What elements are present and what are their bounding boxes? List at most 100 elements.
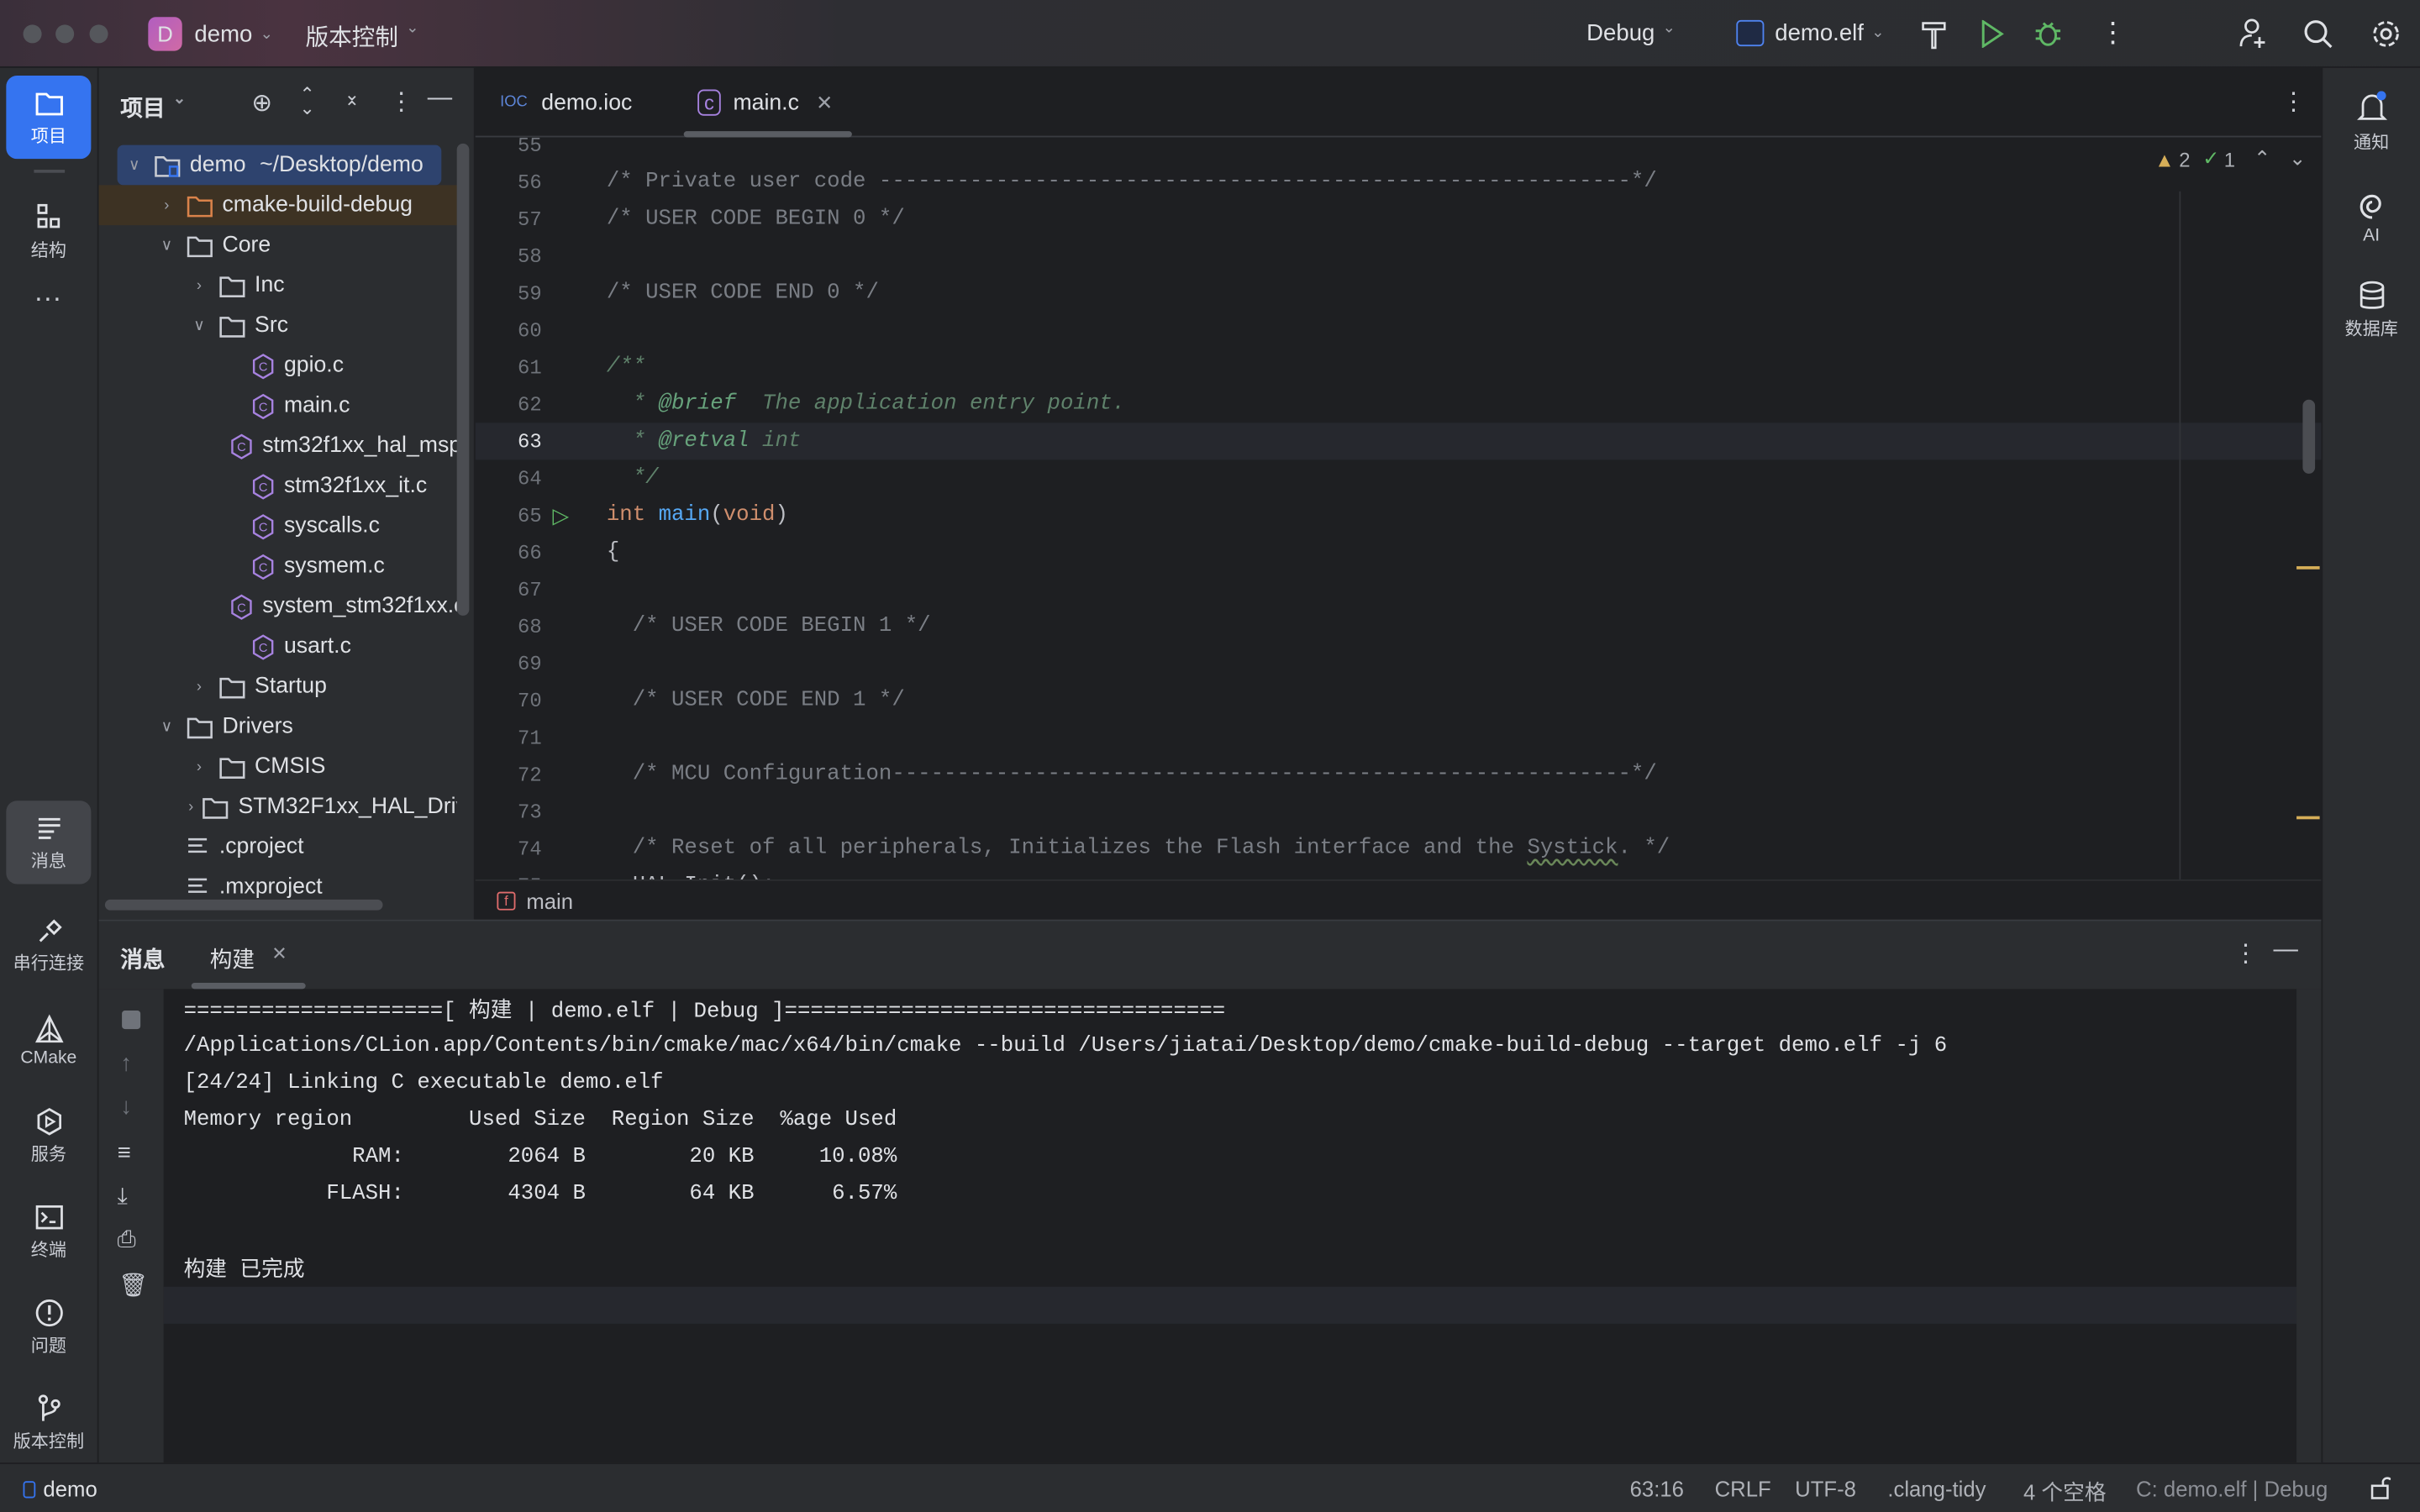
- chevron-right-icon[interactable]: ›: [188, 678, 210, 695]
- line-number[interactable]: 70: [476, 689, 542, 712]
- collapse-all-icon[interactable]: ⌄ ⌃: [345, 85, 360, 118]
- tree-item[interactable]: › cmake-build-debug: [98, 185, 457, 226]
- code-line[interactable]: 59 /* USER CODE END 0 */: [476, 275, 2322, 312]
- tool-services-button[interactable]: 服务: [6, 1094, 91, 1177]
- tab-options-icon[interactable]: ⋮: [2281, 87, 2306, 118]
- code-line[interactable]: 66 {: [476, 534, 2322, 571]
- zoom-window-button[interactable]: [89, 24, 108, 44]
- tree-vertical-scrollbar[interactable]: [456, 143, 470, 616]
- tool-terminal-button[interactable]: 终端: [6, 1189, 91, 1273]
- tree-item[interactable]: Cusart.c: [99, 627, 457, 667]
- code-line[interactable]: 71: [476, 719, 2322, 756]
- next-highlight-icon[interactable]: ⌄: [2289, 146, 2306, 171]
- tree-item[interactable]: Cstm32f1xx_it.c: [99, 466, 457, 507]
- code-line[interactable]: 75 HAL_Init();: [476, 867, 2322, 879]
- line-number[interactable]: 56: [476, 171, 542, 194]
- code-line[interactable]: 73: [476, 793, 2322, 830]
- run-config-selector[interactable]: Debug ⌄: [1586, 20, 1676, 46]
- line-number[interactable]: 58: [476, 244, 542, 268]
- code-line[interactable]: 67: [476, 571, 2322, 608]
- tree-item[interactable]: Csyscalls.c: [99, 506, 457, 546]
- tool-messages-button[interactable]: 消息: [6, 801, 92, 885]
- options-icon[interactable]: ⋮: [389, 87, 413, 118]
- tree-item[interactable]: Cstm32f1xx_hal_msp.c: [99, 426, 457, 466]
- line-number[interactable]: 65: [476, 504, 542, 528]
- tool-cmake-button[interactable]: CMake: [6, 998, 91, 1081]
- indent-widget[interactable]: 4 个空格: [2023, 1477, 2107, 1508]
- code-line[interactable]: 61 /**: [476, 349, 2322, 386]
- tree-item[interactable]: ∨ Drivers: [99, 706, 457, 747]
- code-line[interactable]: 56 /* Private user code -----------------…: [476, 164, 2322, 201]
- tree-item[interactable]: .cproject: [99, 827, 457, 867]
- tree-item[interactable]: ∨ Core: [99, 225, 457, 265]
- warning-stripe-marker[interactable]: [2296, 816, 2320, 820]
- project-switcher[interactable]: D demo ⌄: [148, 17, 273, 51]
- file-encoding[interactable]: UTF-8: [1795, 1477, 1856, 1501]
- chevron-right-icon[interactable]: ›: [188, 759, 210, 775]
- tool-folder-button[interactable]: 项目: [6, 76, 92, 160]
- chevron-down-icon[interactable]: ∨: [156, 237, 178, 254]
- line-separator[interactable]: CRLF: [1715, 1477, 1771, 1501]
- line-number[interactable]: 59: [476, 281, 542, 305]
- hide-panel-icon[interactable]: —: [2274, 937, 2298, 964]
- code-line[interactable]: 65 ▷ int main(void): [476, 496, 2322, 533]
- tree-horizontal-scrollbar[interactable]: [104, 899, 383, 911]
- line-number[interactable]: 72: [476, 763, 542, 786]
- more-actions-icon[interactable]: ⋮: [2099, 17, 2127, 50]
- code-line[interactable]: 72 /* MCU Configuration-----------------…: [476, 756, 2322, 793]
- line-number[interactable]: 69: [476, 652, 542, 675]
- tree-item[interactable]: Cgpio.c: [99, 345, 457, 386]
- line-number[interactable]: 74: [476, 837, 542, 860]
- code-line[interactable]: 68 /* USER CODE BEGIN 1 */: [476, 608, 2322, 645]
- tree-item[interactable]: ∨ demo ~/Desktop/demo: [117, 144, 442, 186]
- close-tab-icon[interactable]: ✕: [271, 942, 287, 975]
- target-selector[interactable]: demo.elf ⌄: [1736, 19, 1885, 47]
- close-window-button[interactable]: [23, 24, 42, 44]
- line-number[interactable]: 68: [476, 615, 542, 638]
- tool-problems-button[interactable]: 问题: [6, 1285, 91, 1368]
- close-tab-icon[interactable]: ✕: [816, 90, 833, 114]
- caret-position[interactable]: 63:16: [1630, 1477, 1684, 1501]
- warning-stripe-marker[interactable]: [2296, 566, 2320, 570]
- run-icon[interactable]: [1975, 17, 2009, 50]
- tree-item[interactable]: › Inc: [99, 265, 457, 306]
- inspection-widget[interactable]: ▲ 2 ✓ 1 ⌃ ⌄: [2154, 146, 2306, 171]
- chevron-down-icon[interactable]: ∨: [124, 156, 145, 173]
- tool-structure-button[interactable]: 结构: [6, 190, 91, 273]
- code-area[interactable]: 55 56 /* Private user code ---------------…: [475, 127, 2322, 879]
- code-line[interactable]: 60: [476, 312, 2322, 349]
- notifications-button[interactable]: 通知: [2329, 81, 2414, 164]
- chevron-down-icon[interactable]: ∨: [156, 718, 178, 735]
- hide-panel-icon[interactable]: —: [428, 85, 452, 113]
- tool-serial-button[interactable]: 串行连接: [6, 902, 91, 985]
- settings-gear-icon[interactable]: [2369, 15, 2402, 52]
- tree-item[interactable]: › STM32F1xx_HAL_Driver: [99, 787, 457, 827]
- tree-item[interactable]: Cmain.c: [99, 386, 457, 426]
- code-line[interactable]: 55: [476, 127, 2322, 164]
- code-line[interactable]: 64 */: [476, 459, 2322, 496]
- tab-build[interactable]: 构建 ✕: [210, 942, 287, 975]
- line-number[interactable]: 61: [476, 355, 542, 379]
- output-scrollbar-track[interactable]: [2296, 989, 2322, 1465]
- chevron-down-icon[interactable]: ∨: [188, 317, 210, 333]
- locate-file-icon[interactable]: ⊕: [251, 88, 272, 119]
- code-line[interactable]: 69: [476, 645, 2322, 682]
- expand-all-icon[interactable]: ⌃ ⌄: [299, 85, 314, 118]
- project-view-selector[interactable]: 项目 ⌄: [120, 91, 186, 123]
- tree-item[interactable]: Csysmem.c: [99, 546, 457, 586]
- debug-bug-icon[interactable]: [2031, 17, 2065, 50]
- code-line[interactable]: 57 /* USER CODE BEGIN 0 */: [476, 201, 2322, 238]
- code-line[interactable]: 74 /* Reset of all peripherals, Initiali…: [476, 830, 2322, 867]
- minimize-window-button[interactable]: [55, 24, 75, 44]
- tree-item[interactable]: Csystem_stm32f1xx.c: [99, 586, 457, 627]
- line-number[interactable]: 73: [476, 800, 542, 823]
- line-number[interactable]: 63: [476, 430, 542, 454]
- more-tool-windows-icon[interactable]: ···: [34, 282, 61, 315]
- search-icon[interactable]: [2302, 15, 2335, 52]
- tree-item[interactable]: ∨ Src: [99, 306, 457, 346]
- build-output[interactable]: ====================[ 构建 | demo.elf | De…: [99, 990, 2297, 1453]
- code-line[interactable]: 63 * @retval int: [475, 423, 2322, 460]
- run-gutter-icon[interactable]: ▷: [542, 502, 607, 528]
- line-number[interactable]: 64: [476, 467, 542, 491]
- line-number[interactable]: 62: [476, 392, 542, 416]
